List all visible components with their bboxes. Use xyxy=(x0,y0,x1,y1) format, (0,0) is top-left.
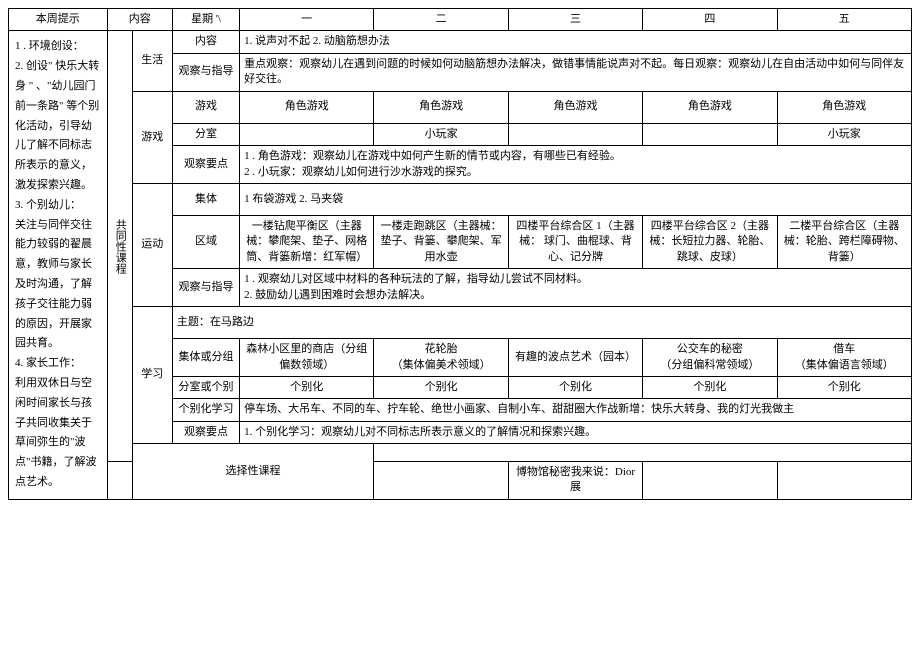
sport-label: 运动 xyxy=(132,183,172,306)
weekly-tips: 1 . 环境创设： 2. 创设" 快乐大转身 " 、"幼儿园门前一条路" 等个别… xyxy=(9,31,108,499)
common-course-label: 共同性课程 xyxy=(107,31,132,462)
sport-guide: 1 . 观察幼儿对区域中材料的各种玩法的了解，指导幼儿尝试不同材料。 2. 鼓励… xyxy=(240,269,912,307)
learn-group-d2: 花轮胎 （集体偏美术领域） xyxy=(374,339,508,377)
game-room-d3 xyxy=(508,123,642,145)
game-d1: 角色游戏 xyxy=(240,91,374,123)
game-d2: 角色游戏 xyxy=(374,91,508,123)
learn-room-d2: 个别化 xyxy=(374,376,508,398)
learn-topic: 主题：在马路边 xyxy=(172,307,911,339)
game-games-label: 游戏 xyxy=(172,91,239,123)
game-obs-label: 观察要点 xyxy=(172,146,239,184)
learn-obs-label: 观察要点 xyxy=(172,421,239,443)
schedule-table: 本周提示 内容 星期 '\ 一 二 三 四 五 1 . 环境创设： 2. 创设"… xyxy=(8,8,912,500)
learn-room-d3: 个别化 xyxy=(508,376,642,398)
game-room-d4 xyxy=(643,123,777,145)
life-guide-label: 观察与指导 xyxy=(172,53,239,91)
elective-d1 xyxy=(107,461,132,499)
game-obs: 1 . 角色游戏：观察幼儿在游戏中如何产生新的情节或内容，有哪些已有经验。 2 … xyxy=(240,146,912,184)
learn-group-label: 集体或分组 xyxy=(172,339,239,377)
day-5: 五 xyxy=(777,9,911,31)
learn-group-d3: 有趣的波点艺术（园本） xyxy=(508,339,642,377)
day-2: 二 xyxy=(374,9,508,31)
learn-group-d4: 公交车的秘密 （分组偏科常领域） xyxy=(643,339,777,377)
content-title: 内容 xyxy=(107,9,172,31)
learn-label: 学习 xyxy=(132,307,172,444)
learn-room-d5: 个别化 xyxy=(777,376,911,398)
learn-room-d4: 个别化 xyxy=(643,376,777,398)
game-room-label: 分室 xyxy=(172,123,239,145)
learn-indiv-label: 个别化学习 xyxy=(172,399,239,421)
learn-group-d1: 森林小区里的商店（分组偏数领域） xyxy=(240,339,374,377)
day-4: 四 xyxy=(643,9,777,31)
learn-obs: 1. 个别化学习：观察幼儿对不同标志所表示意义的了解情况和探索兴趣。 xyxy=(240,421,912,443)
sport-guide-label: 观察与指导 xyxy=(172,269,239,307)
learn-room-label: 分室或个别 xyxy=(172,376,239,398)
elective-d3: 博物馆秘密我来说：Dior 展 xyxy=(508,461,642,499)
learn-room-d1: 个别化 xyxy=(240,376,374,398)
life-guide: 重点观察：观察幼儿在遇到问题的时候如何动脑筋想办法解决，做错事情能说声对不起。每… xyxy=(240,53,912,91)
game-room-d2: 小玩家 xyxy=(374,123,508,145)
tips-title: 本周提示 xyxy=(9,9,108,31)
life-content: 1. 说声对不起 2. 动脑筋想办法 xyxy=(240,31,912,53)
life-label: 生活 xyxy=(132,31,172,91)
elective-d4 xyxy=(643,461,777,499)
sport-group-label: 集体 xyxy=(172,183,239,215)
sport-area-d3: 四楼平台综合区 1（主器械： 球门、曲棍球、背心、记分牌 xyxy=(508,216,642,269)
game-label: 游戏 xyxy=(132,91,172,183)
spacer xyxy=(374,444,912,462)
game-d5: 角色游戏 xyxy=(777,91,911,123)
learn-group-d5: 借车 （集体偏语言领域） xyxy=(777,339,911,377)
elective-label: 选择性课程 xyxy=(132,444,374,500)
elective-d2 xyxy=(374,461,508,499)
life-content-label: 内容 xyxy=(172,31,239,53)
day-3: 三 xyxy=(508,9,642,31)
sport-group: 1 布袋游戏 2. 马夹袋 xyxy=(240,183,912,215)
game-room-d1 xyxy=(240,123,374,145)
sport-area-d5: 二楼平台综合区（主器械：轮胎、跨栏障碍物、背篓） xyxy=(777,216,911,269)
game-d4: 角色游戏 xyxy=(643,91,777,123)
sport-area-d2: 一楼走跑跳区（主器械：垫子、背篓、攀爬架、军用水壶 xyxy=(374,216,508,269)
game-room-d5: 小玩家 xyxy=(777,123,911,145)
day-1: 一 xyxy=(240,9,374,31)
elective-d5 xyxy=(777,461,911,499)
learn-indiv: 停车场、大吊车、不同的车、拧车轮、绝世小画家、自制小车、甜甜圈大作战新增：快乐大… xyxy=(240,399,912,421)
weekday-title: 星期 '\ xyxy=(172,9,239,31)
sport-area-d4: 四楼平台综合区 2（主器械：长短拉力器、轮胎、跳球、皮球） xyxy=(643,216,777,269)
sport-area-d1: 一楼钻爬平衡区（主器械：攀爬架、垫子、网格筒、背篓新增：红军帽） xyxy=(240,216,374,269)
sport-area-label: 区域 xyxy=(172,216,239,269)
game-d3: 角色游戏 xyxy=(508,91,642,123)
